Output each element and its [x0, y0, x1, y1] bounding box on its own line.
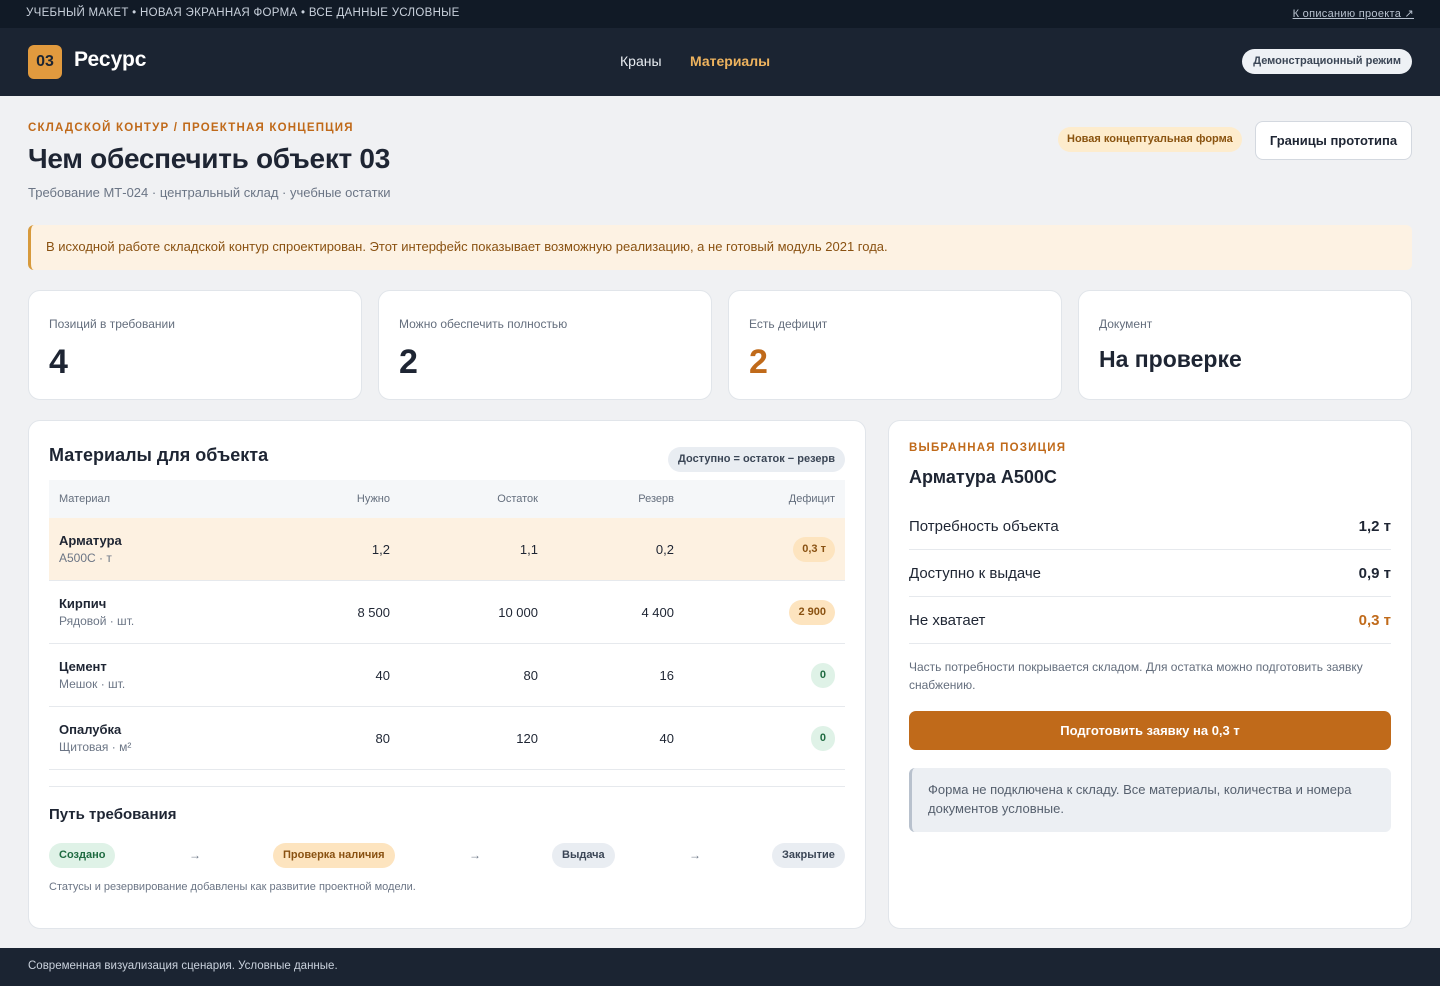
material-spec: Рядовой · шт.: [59, 614, 135, 628]
kpi-deficit: Есть дефицит 2: [728, 290, 1062, 400]
metric-shortage: Не хватает 0,3 т: [909, 597, 1391, 644]
column-header-need: Нужно: [356, 493, 390, 505]
nav-cranes[interactable]: Краны: [620, 53, 662, 69]
kpi-value: На проверке: [1099, 346, 1242, 372]
path-note: Статусы и резервирование добавлены как р…: [49, 881, 416, 893]
footer: Современная визуализация сценария. Услов…: [0, 948, 1440, 986]
step-created: Создано: [49, 843, 116, 868]
materials-table: Материал Нужно Остаток Резерв Дефицит Ар…: [49, 480, 845, 770]
kpi-value: 2: [749, 343, 768, 381]
prepare-request-button[interactable]: Подготовить заявку на 0,3 т: [909, 711, 1391, 750]
kpi-fully-available: Можно обеспечить полностью 2: [378, 290, 712, 400]
material-name: Цемент: [59, 659, 107, 674]
material-name: Арматура: [59, 533, 122, 548]
selected-position-panel: ВЫБРАННАЯ ПОЗИЦИЯ Арматура А500С Потребн…: [888, 420, 1412, 929]
need-value: 80: [375, 731, 390, 746]
app-header: 03 Ресурс Краны Материалы Демонстрационн…: [0, 28, 1440, 96]
material-spec: Щитовая · м²: [59, 740, 132, 754]
demo-notice: УЧЕБНЫЙ МАКЕТ • НОВАЯ ЭКРАННАЯ ФОРМА • В…: [26, 7, 460, 19]
column-header-material: Материал: [59, 493, 110, 505]
metric-available: Доступно к выдаче 0,9 т: [909, 550, 1391, 597]
stock-value: 1,1: [519, 542, 538, 557]
kpi-label: Позиций в требовании: [49, 317, 175, 331]
reserve-value: 0,2: [655, 542, 674, 557]
selected-title: Арматура А500С: [909, 467, 1057, 487]
materials-panel: Материалы для объекта Доступно = остаток…: [28, 420, 866, 929]
need-value: 1,2: [371, 542, 390, 557]
app-title: Ресурс: [74, 48, 147, 71]
reserve-value: 40: [659, 731, 674, 746]
metric-demand: Потребность объекта 1,2 т: [909, 503, 1391, 550]
need-value: 8 500: [357, 605, 390, 620]
material-spec: А500С · т: [59, 551, 112, 565]
kpi-value: 2: [399, 343, 418, 381]
stock-value: 120: [516, 731, 538, 746]
breadcrumb: СКЛАДСКОЙ КОНТУР / ПРОЕКТНАЯ КОНЦЕПЦИЯ: [28, 122, 354, 134]
metric-label: Не хватает: [909, 612, 986, 629]
table-header: Материал Нужно Остаток Резерв Дефицит: [49, 480, 845, 518]
kpi-label: Можно обеспечить полностью: [399, 317, 568, 331]
demo-mode-button[interactable]: Демонстрационный режим: [1242, 49, 1412, 74]
table-row[interactable]: Цемент Мешок · шт. 40 80 16 0: [49, 644, 845, 707]
prototype-limits-button[interactable]: Границы прототипа: [1255, 121, 1412, 160]
deficit-badge: 2 900: [789, 600, 835, 625]
kpi-label: Есть дефицит: [749, 317, 828, 331]
metric-label: Доступно к выдаче: [909, 565, 1042, 582]
page-subtitle: Требование МТ-024 · центральный склад · …: [28, 185, 391, 200]
deficit-badge: 0: [810, 726, 835, 751]
table-row[interactable]: Кирпич Рядовой · шт. 8 500 10 000 4 400 …: [49, 581, 845, 644]
kpi-positions: Позиций в требовании 4: [28, 290, 362, 400]
need-value: 40: [375, 668, 390, 683]
project-description-link[interactable]: К описанию проекта ↗: [1293, 7, 1414, 20]
concept-notice: В исходной работе складской контур спрое…: [28, 225, 1412, 270]
metric-label: Потребность объекта: [909, 518, 1059, 535]
material-name: Кирпич: [59, 596, 107, 611]
column-header-reserve: Резерв: [638, 493, 674, 505]
page-title: Чем обеспечить объект 03: [28, 143, 390, 174]
metric-value: 0,9 т: [1358, 565, 1391, 582]
column-header-deficit: Дефицит: [788, 493, 835, 505]
deficit-badge: 0: [810, 663, 835, 688]
request-path-title: Путь требования: [49, 806, 177, 823]
top-notice-strip: УЧЕБНЫЙ МАКЕТ • НОВАЯ ЭКРАННАЯ ФОРМА • В…: [0, 0, 1440, 28]
metric-value: 0,3 т: [1358, 612, 1391, 629]
coverage-note: Часть потребности покрывается складом. Д…: [909, 660, 1363, 692]
divider: [49, 786, 845, 787]
arrow-icon: →: [189, 848, 201, 862]
material-name: Опалубка: [59, 722, 122, 737]
deficit-badge: 0,3 т: [793, 537, 835, 562]
step-availability-check: Проверка наличия: [273, 843, 395, 868]
reserve-value: 16: [659, 668, 674, 683]
kpi-document-status: Документ На проверке: [1078, 290, 1412, 400]
reserve-value: 4 400: [641, 605, 674, 620]
stock-value: 80: [523, 668, 538, 683]
kpi-value: 4: [49, 343, 68, 381]
step-issue: Выдача: [552, 843, 615, 868]
nav-materials[interactable]: Материалы: [690, 53, 770, 69]
disconnected-info: Форма не подключена к складу. Все матери…: [909, 768, 1391, 832]
logo-badge: 03: [28, 45, 62, 79]
formula-badge: Доступно = остаток − резерв: [668, 447, 845, 472]
selected-eyebrow: ВЫБРАННАЯ ПОЗИЦИЯ: [909, 442, 1067, 454]
metric-value: 1,2 т: [1358, 518, 1391, 535]
arrow-icon: →: [469, 848, 481, 862]
concept-badge: Новая концептуальная форма: [1058, 127, 1242, 152]
material-spec: Мешок · шт.: [59, 677, 126, 691]
column-header-stock: Остаток: [497, 493, 538, 505]
kpi-label: Документ: [1099, 317, 1153, 331]
step-closing: Закрытие: [772, 843, 845, 868]
stock-value: 10 000: [498, 605, 538, 620]
arrow-icon: →: [689, 848, 701, 862]
materials-title: Материалы для объекта: [49, 445, 269, 465]
table-row[interactable]: Опалубка Щитовая · м² 80 120 40 0: [49, 707, 845, 770]
table-row[interactable]: Арматура А500С · т 1,2 1,1 0,2 0,3 т: [49, 518, 845, 581]
